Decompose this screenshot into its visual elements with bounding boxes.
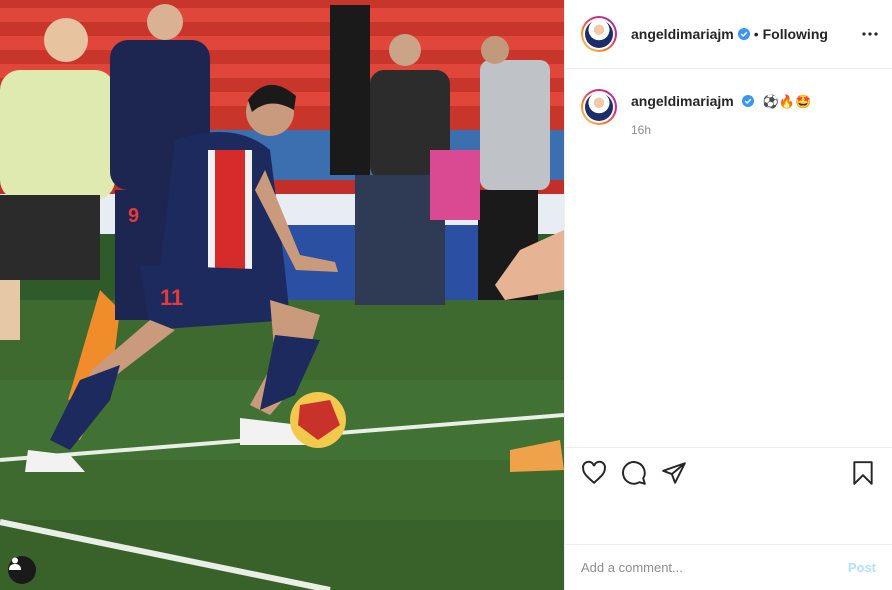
share-icon[interactable] xyxy=(661,460,687,486)
following-button[interactable]: Following xyxy=(763,26,828,42)
more-options-button[interactable] xyxy=(858,22,882,46)
post-timestamp[interactable]: 16h xyxy=(631,123,811,137)
comment-icon[interactable] xyxy=(621,460,647,486)
author-avatar[interactable] xyxy=(581,16,617,52)
bookmark-icon[interactable] xyxy=(850,460,876,486)
caption-avatar[interactable] xyxy=(581,89,617,125)
comment-bar: Post xyxy=(565,544,892,590)
post-photo[interactable]: 9 11 xyxy=(0,0,564,590)
player-number: 11 xyxy=(160,285,183,310)
post-actions xyxy=(581,458,876,488)
avatar-image xyxy=(585,20,613,48)
caption-username[interactable]: angeldimariajm xyxy=(631,93,734,109)
match-photo: 9 11 xyxy=(0,0,564,590)
caption-text: ⚽🔥🤩 xyxy=(762,94,812,109)
post-sidebar: angeldimariajm • Following angeldimariaj… xyxy=(564,0,892,590)
heart-icon[interactable] xyxy=(581,460,607,486)
verified-badge-icon xyxy=(742,95,755,107)
caption-avatar-image xyxy=(585,93,613,121)
post-header: angeldimariajm • Following xyxy=(565,0,892,69)
post-caption: angeldimariajm ⚽🔥🤩 16h xyxy=(565,69,892,137)
comment-input[interactable] xyxy=(581,560,848,575)
post-comment-button[interactable]: Post xyxy=(848,560,876,575)
actions-divider xyxy=(565,447,892,448)
user-tag-icon xyxy=(9,557,21,570)
tagged-users-button[interactable] xyxy=(8,556,36,584)
sub-player-number: 9 xyxy=(128,205,139,227)
verified-badge-icon xyxy=(737,28,750,40)
post-dialog: 9 11 angeldimariajm • Following angeldim… xyxy=(0,0,892,590)
header-separator: • xyxy=(753,26,759,42)
more-options-icon xyxy=(862,32,878,36)
author-username[interactable]: angeldimariajm xyxy=(631,26,734,42)
